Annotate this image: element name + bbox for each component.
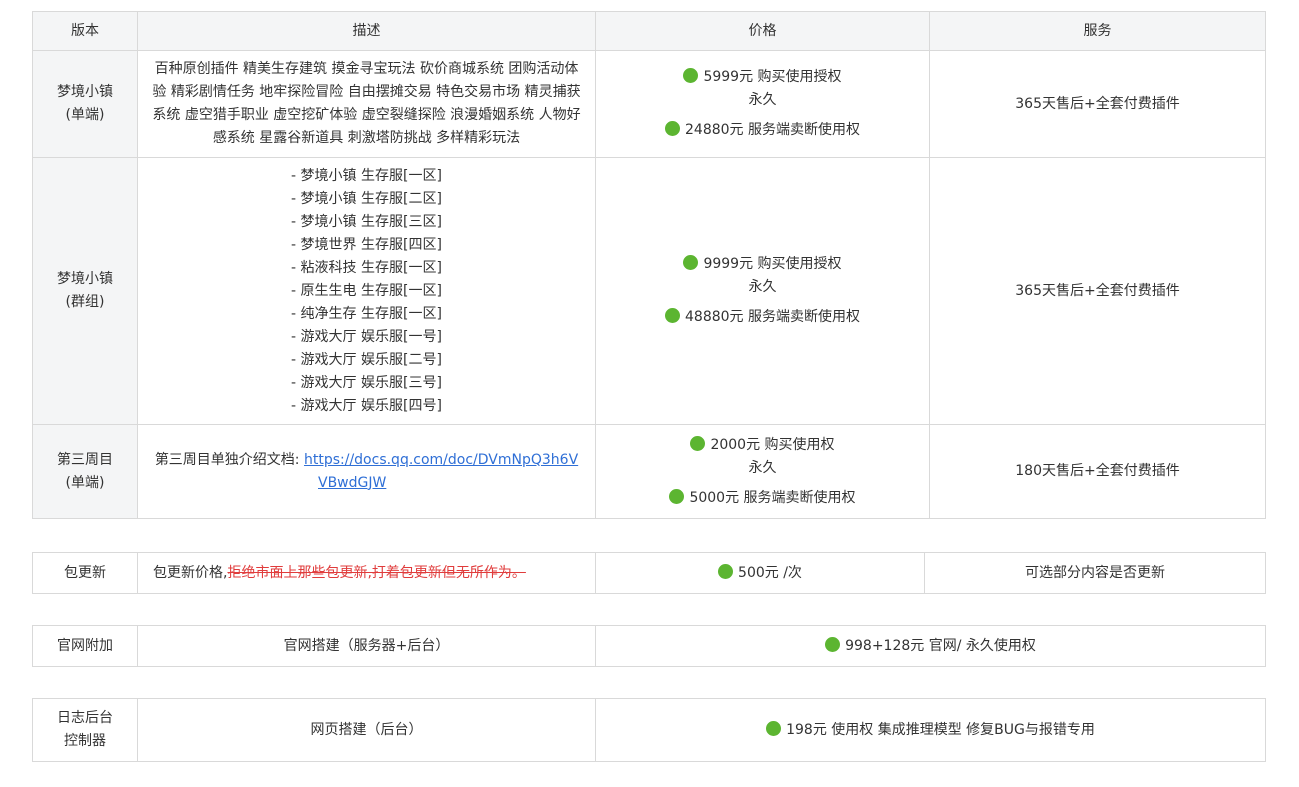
version-name: 梦境小镇 bbox=[57, 84, 113, 100]
header-service: 服务 bbox=[929, 11, 1266, 51]
version-cell: 梦境小镇 (群组) bbox=[32, 157, 138, 425]
header-version: 版本 bbox=[32, 11, 138, 51]
version-type: (单端) bbox=[65, 107, 105, 123]
description-cell: 官网搭建（服务器+后台） bbox=[137, 625, 596, 667]
price-cell: 9999元 购买使用授权 永久 48880元 服务端卖断使用权 bbox=[595, 157, 930, 425]
list-item: - 梦境小镇 生存服[二区] bbox=[291, 190, 442, 207]
update-price: 500元 /次 bbox=[738, 564, 802, 581]
list-item: - 游戏大厅 娱乐服[三号] bbox=[291, 374, 442, 391]
description-cell: 第三周目单独介绍文档: https://docs.qq.com/doc/DVmN… bbox=[137, 424, 596, 519]
description-cell: 百种原创插件 精美生存建筑 摸金寻宝玩法 砍价商城系统 团购活动体验 精彩剧情任… bbox=[137, 50, 596, 158]
version-name: 第三周目 bbox=[57, 451, 113, 468]
doc-link[interactable]: https://docs.qq.com/doc/DVmNpQ3h6V bbox=[304, 452, 578, 468]
price-cell: 2000元 购买使用权 永久 5000元 服务端卖断使用权 bbox=[595, 424, 930, 519]
list-item: - 游戏大厅 娱乐服[二号] bbox=[291, 351, 442, 368]
website-table: 官网附加 官网搭建（服务器+后台） 998+128元 官网/ 永久使用权 bbox=[32, 625, 1266, 667]
doc-label: 第三周目单独介绍文档: bbox=[154, 451, 300, 468]
version-type: (群组) bbox=[65, 294, 105, 310]
license-price: 2000元 购买使用权 bbox=[710, 436, 835, 453]
green-circle-icon bbox=[683, 68, 699, 83]
list-item: - 粘液科技 生存服[一区] bbox=[291, 259, 442, 276]
table-row: 梦境小镇 (单端) 百种原创插件 精美生存建筑 摸金寻宝玩法 砍价商城系统 团购… bbox=[32, 50, 1266, 158]
version-name: 日志后台 bbox=[57, 710, 113, 726]
license-duration: 永久 bbox=[748, 92, 777, 108]
description-cell: 网页搭建（后台） bbox=[137, 698, 596, 762]
license-price: 9999元 购买使用授权 bbox=[703, 256, 842, 272]
website-price: 998+128元 官网/ 永久使用权 bbox=[845, 637, 1036, 654]
green-circle-icon bbox=[825, 636, 841, 652]
service-cell: 365天售后+全套付费插件 bbox=[929, 50, 1266, 158]
version-cell: 日志后台 控制器 bbox=[32, 698, 138, 762]
description-cell: - 梦境小镇 生存服[一区] - 梦境小镇 生存服[二区] - 梦境小镇 生存服… bbox=[137, 157, 596, 425]
table-row: 日志后台 控制器 网页搭建（后台） 198元 使用权 集成推理模型 修复BUG与… bbox=[32, 698, 1266, 762]
price-cell: 198元 使用权 集成推理模型 修复BUG与报错专用 bbox=[595, 698, 1266, 762]
pricing-table: 版本 描述 价格 服务 梦境小镇 (单端) 百种原创插件 精美生存建筑 摸金寻宝… bbox=[32, 11, 1266, 519]
logs-table: 日志后台 控制器 网页搭建（后台） 198元 使用权 集成推理模型 修复BUG与… bbox=[32, 698, 1266, 762]
green-circle-icon bbox=[665, 308, 680, 323]
green-circle-icon bbox=[683, 255, 699, 270]
update-desc: 包更新价格, bbox=[153, 564, 228, 581]
buyout-price: 48880元 服务端卖断使用权 bbox=[685, 309, 860, 325]
list-item: - 游戏大厅 娱乐服[四号] bbox=[291, 397, 442, 414]
green-circle-icon bbox=[690, 435, 706, 451]
version-type: 控制器 bbox=[64, 733, 106, 749]
doc-link-continued[interactable]: VBwdGJW bbox=[318, 475, 386, 491]
license-price: 5999元 购买使用授权 bbox=[703, 69, 842, 85]
table-row: 包更新 包更新价格,拒绝市面上那些包更新,打着包更新但无所作为。 500元 /次… bbox=[32, 552, 1266, 594]
table-row: 梦境小镇 (群组) - 梦境小镇 生存服[一区] - 梦境小镇 生存服[二区] … bbox=[32, 157, 1266, 425]
logs-price: 198元 使用权 集成推理模型 修复BUG与报错专用 bbox=[786, 721, 1095, 738]
list-item: - 原生生电 生存服[一区] bbox=[291, 282, 442, 299]
buyout-price: 5000元 服务端卖断使用权 bbox=[689, 489, 856, 506]
version-type: (单端) bbox=[65, 474, 105, 491]
version-cell: 官网附加 bbox=[32, 625, 138, 667]
green-circle-icon bbox=[669, 488, 685, 504]
license-duration: 永久 bbox=[748, 459, 777, 476]
version-cell: 梦境小镇 (单端) bbox=[32, 50, 138, 158]
list-item: - 游戏大厅 娱乐服[一号] bbox=[291, 328, 442, 345]
service-cell: 可选部分内容是否更新 bbox=[924, 552, 1266, 594]
price-cell: 500元 /次 bbox=[595, 552, 925, 594]
feature-description: 百种原创插件 精美生存建筑 摸金寻宝玩法 砍价商城系统 团购活动体验 精彩剧情任… bbox=[152, 61, 581, 146]
buyout-price: 24880元 服务端卖断使用权 bbox=[685, 122, 860, 138]
strikethrough-text: 拒绝市面上那些包更新,打着包更新但无所作为。 bbox=[227, 564, 526, 581]
table-row: 官网附加 官网搭建（服务器+后台） 998+128元 官网/ 永久使用权 bbox=[32, 625, 1266, 667]
header-description: 描述 bbox=[137, 11, 596, 51]
service-cell: 365天售后+全套付费插件 bbox=[929, 157, 1266, 425]
price-cell: 5999元 购买使用授权 永久 24880元 服务端卖断使用权 bbox=[595, 50, 930, 158]
version-name: 梦境小镇 bbox=[57, 271, 113, 287]
version-cell: 第三周目 (单端) bbox=[32, 424, 138, 519]
green-circle-icon bbox=[766, 720, 782, 736]
table-row: 第三周目 (单端) 第三周目单独介绍文档: https://docs.qq.co… bbox=[32, 424, 1266, 519]
price-cell: 998+128元 官网/ 永久使用权 bbox=[595, 625, 1266, 667]
update-table: 包更新 包更新价格,拒绝市面上那些包更新,打着包更新但无所作为。 500元 /次… bbox=[32, 552, 1266, 594]
server-list: - 梦境小镇 生存服[一区] - 梦境小镇 生存服[二区] - 梦境小镇 生存服… bbox=[291, 165, 442, 418]
green-circle-icon bbox=[665, 121, 680, 136]
service-cell: 180天售后+全套付费插件 bbox=[929, 424, 1266, 519]
list-item: - 梦境世界 生存服[四区] bbox=[291, 236, 442, 253]
list-item: - 梦境小镇 生存服[一区] bbox=[291, 167, 442, 184]
header-price: 价格 bbox=[595, 11, 930, 51]
description-cell: 包更新价格,拒绝市面上那些包更新,打着包更新但无所作为。 bbox=[137, 552, 596, 594]
table-header-row: 版本 描述 价格 服务 bbox=[32, 11, 1266, 51]
version-cell: 包更新 bbox=[32, 552, 138, 594]
green-circle-icon bbox=[718, 563, 734, 579]
list-item: - 纯净生存 生存服[一区] bbox=[291, 305, 442, 322]
license-duration: 永久 bbox=[748, 279, 777, 295]
list-item: - 梦境小镇 生存服[三区] bbox=[291, 213, 442, 230]
